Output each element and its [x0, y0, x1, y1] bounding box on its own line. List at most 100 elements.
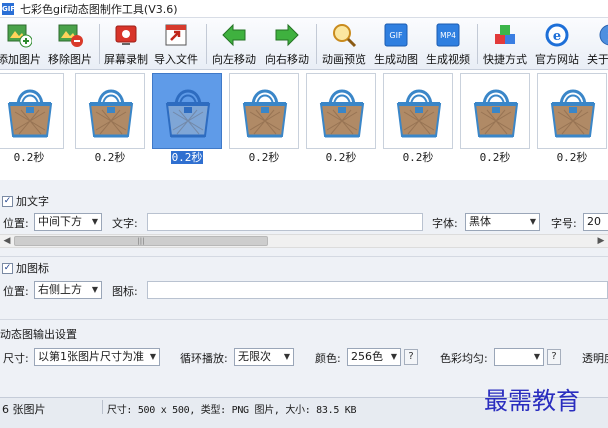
- frame-thumbnail[interactable]: [229, 73, 299, 149]
- frame-thumbnail[interactable]: [306, 73, 376, 149]
- color-select[interactable]: 256色 ▼: [347, 348, 401, 366]
- add-icon-label: 加图标: [16, 262, 49, 275]
- color-value: 256色: [351, 350, 383, 363]
- font-select[interactable]: 黑体 ▼: [465, 213, 540, 231]
- loop-select[interactable]: 无限次 ▼: [234, 348, 294, 366]
- handbag-image: [473, 89, 519, 138]
- add-text-label: 加文字: [16, 195, 49, 208]
- frame-thumbnail[interactable]: [0, 73, 64, 149]
- remove-image-button[interactable]: 移除图片: [45, 20, 95, 68]
- text-position-select[interactable]: 中间下方 ▼: [34, 213, 102, 231]
- dither-help-button[interactable]: ?: [547, 349, 561, 365]
- frame-thumbnail[interactable]: [75, 73, 145, 149]
- about-button[interactable]: i 关于: [583, 20, 608, 68]
- move-right-label: 向右移动: [265, 53, 309, 66]
- icon-file-input[interactable]: [147, 281, 608, 299]
- frame-duration-value: 0.2秒: [248, 151, 280, 164]
- chevron-down-icon: ▼: [533, 352, 540, 361]
- frame-duration-label[interactable]: 0.2秒: [0, 149, 64, 165]
- add-image-button[interactable]: 添加图片: [0, 20, 44, 68]
- move-right-button[interactable]: 向右移动: [261, 20, 313, 68]
- loop-label: 循环播放:: [180, 352, 228, 365]
- frame-duration-label[interactable]: 0.2秒: [460, 149, 530, 165]
- remove-image-icon: [58, 24, 83, 47]
- font-value: 黑体: [469, 215, 491, 228]
- image-count-status: 6 张图片: [2, 403, 46, 416]
- section-divider: [0, 319, 608, 320]
- text-position-label: 位置:: [3, 217, 29, 230]
- import-file-button[interactable]: 导入文件: [151, 20, 201, 68]
- frame-duration-value: 0.2秒: [479, 151, 511, 164]
- frame-thumbnail[interactable]: [152, 73, 222, 149]
- scroll-right-icon[interactable]: ▶: [594, 235, 608, 247]
- move-left-button[interactable]: 向左移动: [208, 20, 260, 68]
- horizontal-scrollbar[interactable]: ◀ ||| ▶: [0, 234, 608, 248]
- add-icon-checkbox-row[interactable]: ✓ 加图标: [0, 260, 49, 276]
- scroll-thumb[interactable]: |||: [14, 236, 268, 246]
- toolbar-separator: [477, 24, 478, 64]
- frame-duration-label[interactable]: 0.2秒: [152, 149, 222, 165]
- font-size-value: 20: [587, 215, 601, 228]
- text-content-input[interactable]: [147, 213, 423, 231]
- output-settings-title: 动态图输出设置: [0, 328, 77, 341]
- chevron-down-icon: ▼: [529, 217, 536, 226]
- frame-duration-label[interactable]: 0.2秒: [383, 149, 453, 165]
- scroll-left-icon[interactable]: ◀: [0, 235, 14, 247]
- dither-select[interactable]: ▼: [494, 348, 544, 366]
- frame-duration-label[interactable]: 0.2秒: [306, 149, 376, 165]
- preview-magnifier-icon: [333, 24, 357, 48]
- handbag-image: [319, 89, 365, 138]
- icon-position-label: 位置:: [3, 285, 29, 298]
- chevron-down-icon: ▼: [283, 352, 290, 361]
- frame-duration-label[interactable]: 0.2秒: [537, 149, 607, 165]
- generate-gif-button[interactable]: GIF 生成动图: [370, 20, 422, 68]
- output-size-select[interactable]: 以第1张图片尺寸为准 ▼: [34, 348, 160, 366]
- toolbar-separator: [99, 24, 100, 64]
- add-image-label: 添加图片: [0, 53, 41, 66]
- svg-text:e: e: [553, 29, 561, 44]
- frame-thumbnail[interactable]: [460, 73, 530, 149]
- official-site-label: 官方网站: [535, 53, 579, 66]
- preview-button[interactable]: 动画预览: [318, 20, 370, 68]
- frame-duration-value: 0.2秒: [170, 151, 204, 164]
- gif-icon: GIF: [384, 23, 408, 47]
- move-left-label: 向左移动: [212, 53, 256, 66]
- font-size-label: 字号:: [551, 217, 577, 230]
- frame-thumbnail[interactable]: [383, 73, 453, 149]
- generate-video-button[interactable]: MP4 生成视频: [422, 20, 474, 68]
- main-toolbar: 添加图片 移除图片 屏幕录制 导入文件 向左移动 向右移动 动画预览 GIF 生…: [0, 18, 608, 70]
- dither-label: 色彩均匀:: [440, 352, 488, 365]
- chevron-down-icon: ▼: [390, 352, 397, 361]
- chevron-down-icon: ▼: [149, 352, 156, 361]
- toolbar-separator: [206, 24, 207, 64]
- screen-record-icon: [115, 25, 137, 45]
- browser-icon: e: [545, 23, 569, 47]
- add-text-checkbox-row[interactable]: ✓ 加文字: [0, 193, 49, 209]
- generate-video-label: 生成视频: [426, 53, 470, 66]
- import-file-icon: [165, 24, 187, 46]
- add-text-checkbox[interactable]: ✓: [2, 195, 13, 207]
- icon-position-select[interactable]: 右侧上方 ▼: [34, 281, 102, 299]
- frame-duration-label[interactable]: 0.2秒: [229, 149, 299, 165]
- title-bar: GIF 七彩色gif动态图制作工具(V3.6): [0, 0, 608, 18]
- arrow-left-icon: [222, 23, 246, 47]
- section-divider: [0, 256, 608, 257]
- chevron-down-icon: ▼: [91, 285, 98, 294]
- shortcut-button[interactable]: 快捷方式: [479, 20, 531, 68]
- color-help-button[interactable]: ?: [404, 349, 418, 365]
- color-label: 颜色:: [315, 352, 341, 365]
- add-icon-checkbox[interactable]: ✓: [2, 262, 13, 274]
- official-site-button[interactable]: e 官方网站: [531, 20, 583, 68]
- screen-record-button[interactable]: 屏幕录制: [101, 20, 151, 68]
- icon-file-label: 图标:: [112, 285, 138, 298]
- transparency-label: 透明度: [582, 352, 608, 365]
- watermark-text: 最需教育: [484, 387, 580, 415]
- status-separator: [102, 400, 103, 414]
- app-logo-icon: GIF: [2, 2, 16, 15]
- handbag-image: [242, 89, 288, 138]
- handbag-image: [7, 89, 53, 138]
- handbag-image: [165, 89, 211, 138]
- font-size-select[interactable]: 20: [583, 213, 608, 231]
- frame-duration-label[interactable]: 0.2秒: [75, 149, 145, 165]
- frame-thumbnail[interactable]: [537, 73, 607, 149]
